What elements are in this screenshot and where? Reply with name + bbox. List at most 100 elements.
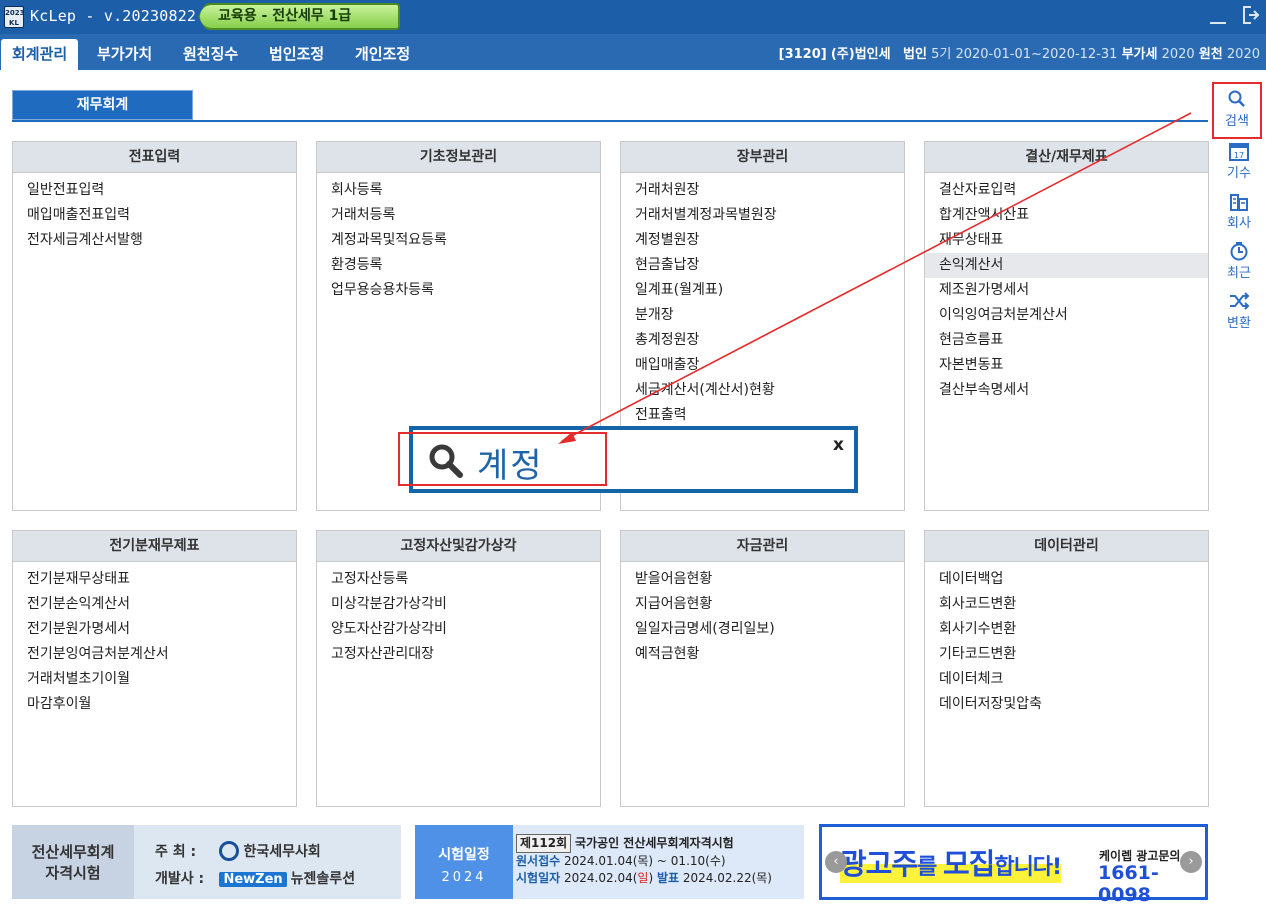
ad-banner[interactable]: 광고주를 모집합니다! 케이렙 광고문의 1661-0098 ‹ › xyxy=(819,824,1208,906)
menu-item-selected[interactable]: 손익계산서 xyxy=(925,253,1208,278)
menu-item[interactable]: 미상각분감가상각비 xyxy=(317,592,600,617)
menu-item[interactable]: 기타코드변환 xyxy=(925,642,1208,667)
clock-icon xyxy=(1230,242,1248,261)
menu-item[interactable]: 받을어음현황 xyxy=(621,567,904,592)
panel-title: 자금관리 xyxy=(621,531,904,562)
search-popup[interactable]: 계정 x xyxy=(398,426,858,493)
panel-menu: 거래처원장 거래처별계정과목별원장 계정별원장 현금출납장 일계표(월계표) 분… xyxy=(621,173,904,428)
search-input[interactable]: 계정 xyxy=(477,438,544,487)
menu-item[interactable]: 일일자금명세(경리일보) xyxy=(621,617,904,642)
menu-item[interactable]: 총계정원장 xyxy=(621,328,904,353)
tab-financial-accounting[interactable]: 재무회계 xyxy=(12,90,193,120)
menu-item[interactable]: 환경등록 xyxy=(317,253,600,278)
menu-item[interactable]: 고정자산관리대장 xyxy=(317,642,600,667)
panel-menu: 전기분재무상태표 전기분손익계산서 전기분원가명세서 전기분잉여금처분계산서 거… xyxy=(13,562,296,717)
menu-item[interactable]: 회사등록 xyxy=(317,178,600,203)
menu-item[interactable]: 합계잔액시산표 xyxy=(925,203,1208,228)
convert-button[interactable]: 변환 xyxy=(1216,291,1262,331)
recent-label: 최근 xyxy=(1227,266,1251,281)
building-icon xyxy=(1230,194,1248,211)
title-bar: 2023 KL KcLep - v.20230822 교육용 - 전산세무 1급 xyxy=(0,0,1266,34)
shuffle-icon xyxy=(1230,292,1250,310)
menu-item[interactable]: 계정과목및적요등록 xyxy=(317,228,600,253)
menu-item[interactable]: 데이터백업 xyxy=(925,567,1208,592)
menu-item[interactable]: 제조원가명세서 xyxy=(925,278,1208,303)
menu-item[interactable]: 현금출납장 xyxy=(621,253,904,278)
menu-item[interactable]: 전기분재무상태표 xyxy=(13,567,296,592)
menu-item[interactable]: 결산부속명세서 xyxy=(925,378,1208,403)
panel-closing-statements: 결산/재무제표 결산자료입력 합계잔액시산표 재무상태표 손익계산서 제조원가명… xyxy=(924,141,1209,511)
panel-title: 데이터관리 xyxy=(925,531,1208,562)
menu-item[interactable]: 현금흐름표 xyxy=(925,328,1208,353)
menu-item[interactable]: 전기분원가명세서 xyxy=(13,617,296,642)
menu-item[interactable]: 고정자산등록 xyxy=(317,567,600,592)
close-button[interactable]: x xyxy=(833,435,844,455)
exam-schedule-banner[interactable]: 시험일정 2024 제112회 국가공인 전산세무회계자격시험 원서접수 202… xyxy=(415,825,804,899)
tab-vat[interactable]: 부가가치 xyxy=(86,39,163,70)
menu-item[interactable]: 분개장 xyxy=(621,303,904,328)
menu-item[interactable]: 회사기수변환 xyxy=(925,617,1208,642)
menu-item[interactable]: 일반전표입력 xyxy=(13,178,296,203)
menu-item[interactable]: 거래처별초기이월 xyxy=(13,667,296,692)
company-type: 법인 xyxy=(903,47,927,62)
withholding-label: 원천 xyxy=(1198,47,1223,62)
period-button[interactable]: 17 기수 xyxy=(1216,141,1262,181)
schedule-title: 시험일정 2024 xyxy=(415,825,513,899)
menu-item[interactable]: 데이터저장및압축 xyxy=(925,692,1208,717)
menu-item[interactable]: 재무상태표 xyxy=(925,228,1208,253)
menu-item[interactable]: 일계표(월계표) xyxy=(621,278,904,303)
exit-icon[interactable] xyxy=(1242,5,1260,25)
panel-fixed-assets: 고정자산및감가상각 고정자산등록 미상각분감가상각비 양도자산감가상각비 고정자… xyxy=(316,530,601,807)
search-icon xyxy=(1228,90,1245,107)
menu-item[interactable]: 전기분잉여금처분계산서 xyxy=(13,642,296,667)
withholding-year: 2020 xyxy=(1226,47,1260,62)
company-button[interactable]: 회사 xyxy=(1216,191,1262,231)
menu-item[interactable]: 거래처원장 xyxy=(621,178,904,203)
menu-item[interactable]: 예적금현황 xyxy=(621,642,904,667)
ad-prev-button[interactable]: ‹ xyxy=(825,851,847,873)
menu-item[interactable]: 전자세금계산서발행 xyxy=(13,228,296,253)
exam-info-banner[interactable]: 전산세무회계 자격시험 주 최 : 한국세무사회 개발사 : NewZen 뉴젠솔… xyxy=(12,825,401,899)
company-period: 2020-01-01~2020-12-31 xyxy=(955,47,1118,62)
tab-withholding[interactable]: 원천징수 xyxy=(172,39,249,70)
menu-bar: 회계관리 부가가치 원천징수 법인조정 개인조정 [3120] (주)법인세 법… xyxy=(0,34,1266,70)
menu-item[interactable]: 세금계산서(계산서)현황 xyxy=(621,378,904,403)
menu-item[interactable]: 마감후이월 xyxy=(13,692,296,717)
menu-item[interactable]: 회사코드변환 xyxy=(925,592,1208,617)
tab-accounting[interactable]: 회계관리 xyxy=(1,39,79,70)
menu-item[interactable]: 매입매출전표입력 xyxy=(13,203,296,228)
panel-title: 전기분재무제표 xyxy=(13,531,296,562)
menu-item[interactable]: 거래처등록 xyxy=(317,203,600,228)
recent-button[interactable]: 최근 xyxy=(1216,241,1262,281)
app-logo-icon: 2023 KL xyxy=(4,6,24,28)
host-row: 주 최 : 한국세무사회 xyxy=(155,841,321,861)
search-button[interactable]: 검색 xyxy=(1212,82,1262,139)
panel-title: 장부관리 xyxy=(621,142,904,173)
convert-label: 변환 xyxy=(1227,316,1251,331)
search-label: 검색 xyxy=(1225,114,1249,129)
ad-next-button[interactable]: › xyxy=(1180,851,1202,873)
panel-prior-statements: 전기분재무제표 전기분재무상태표 전기분손익계산서 전기분원가명세서 전기분잉여… xyxy=(12,530,297,807)
tab-corporate-adjustment[interactable]: 법인조정 xyxy=(258,39,335,70)
developer-row: 개발사 : NewZen 뉴젠솔루션 xyxy=(155,871,356,887)
ad-headline: 광고주를 모집합니다! xyxy=(840,841,1062,883)
menu-item[interactable]: 데이터체크 xyxy=(925,667,1208,692)
menu-item[interactable]: 전표출력 xyxy=(621,403,904,428)
menu-item[interactable]: 전기분손익계산서 xyxy=(13,592,296,617)
menu-item[interactable]: 업무용승용차등록 xyxy=(317,278,600,303)
panel-menu: 회사등록 거래처등록 계정과목및적요등록 환경등록 업무용승용차등록 xyxy=(317,173,600,303)
menu-item[interactable]: 자본변동표 xyxy=(925,353,1208,378)
panel-menu: 받을어음현황 지급어음현황 일일자금명세(경리일보) 예적금현황 xyxy=(621,562,904,667)
tab-personal-adjustment[interactable]: 개인조정 xyxy=(344,39,421,70)
company-period-no: 5기 xyxy=(931,47,952,62)
minimize-button[interactable] xyxy=(1210,6,1226,24)
menu-item[interactable]: 지급어음현황 xyxy=(621,592,904,617)
menu-item[interactable]: 거래처별계정과목별원장 xyxy=(621,203,904,228)
panel-menu: 일반전표입력 매입매출전표입력 전자세금계산서발행 xyxy=(13,173,296,253)
menu-item[interactable]: 매입매출장 xyxy=(621,353,904,378)
menu-item[interactable]: 계정별원장 xyxy=(621,228,904,253)
menu-item[interactable]: 양도자산감가상각비 xyxy=(317,617,600,642)
schedule-details: 제112회 국가공인 전산세무회계자격시험 원서접수 2024.01.04(목)… xyxy=(516,834,772,885)
menu-item[interactable]: 이익잉여금처분계산서 xyxy=(925,303,1208,328)
menu-item[interactable]: 결산자료입력 xyxy=(925,178,1208,203)
